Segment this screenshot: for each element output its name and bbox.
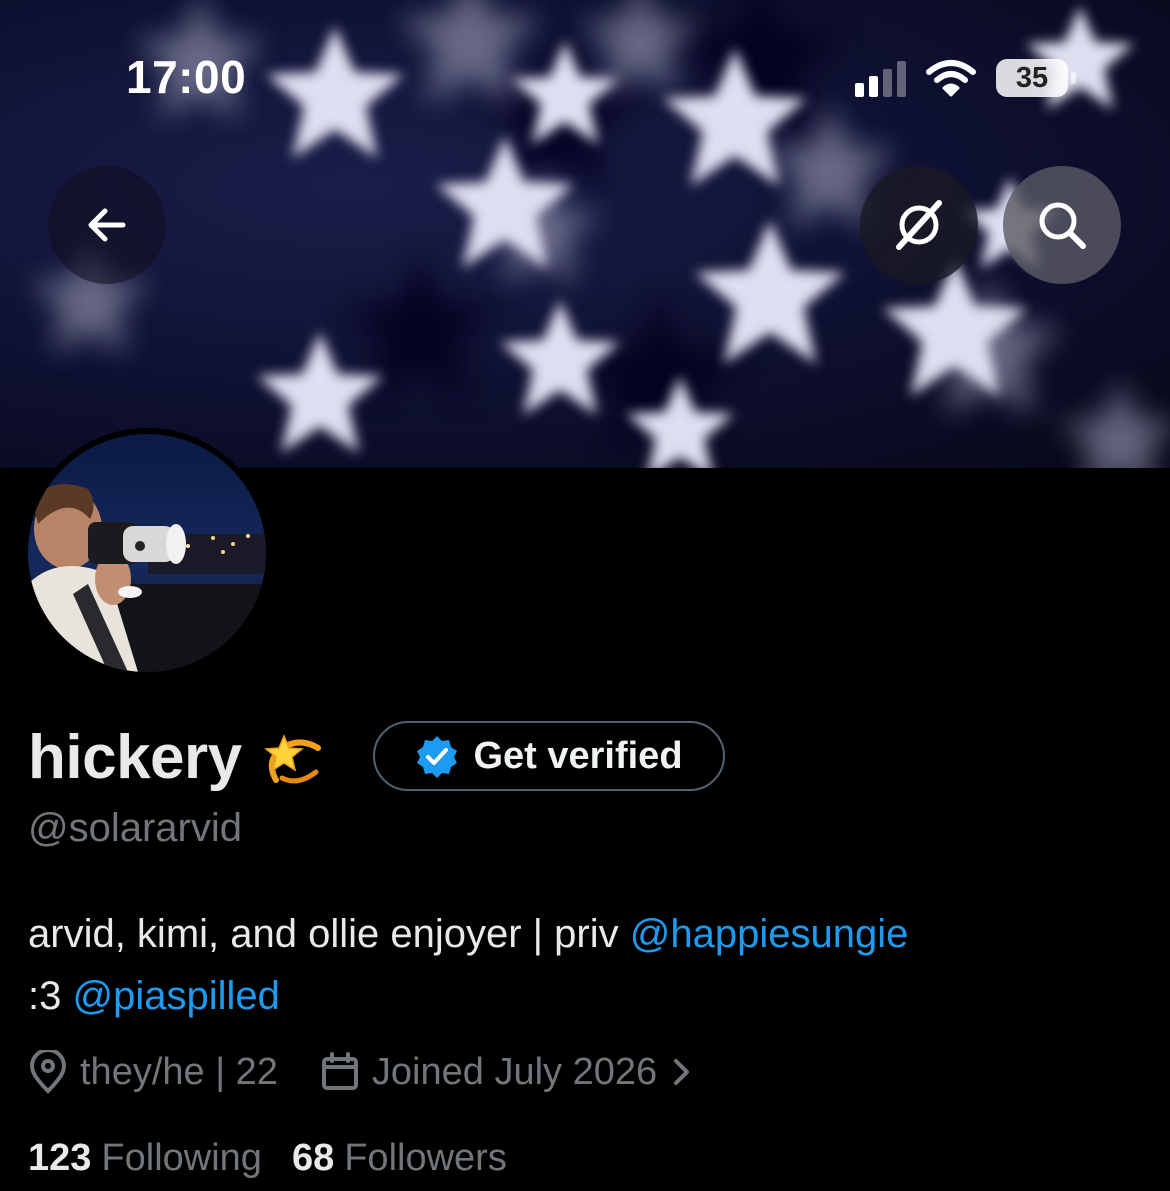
- grok-icon: [896, 200, 942, 250]
- following-label: Following: [101, 1136, 262, 1179]
- back-button[interactable]: [48, 166, 166, 284]
- profile-meta: they/he | 22 Joined July 2026: [28, 1046, 693, 1098]
- arrow-left-icon: [88, 208, 126, 242]
- name-row: hickery: [28, 712, 328, 802]
- profile-bio: arvid, kimi, and ollie enjoyer | priv @h…: [28, 903, 1138, 1027]
- status-icons: 35: [855, 56, 1076, 100]
- following-link[interactable]: 123 Following: [28, 1137, 262, 1180]
- display-name: hickery: [28, 722, 242, 792]
- follow-stats: 123 Following 68 Followers: [28, 1132, 507, 1184]
- username-handle: @solararvid: [28, 806, 243, 850]
- joined-text: Joined July 2026: [371, 1050, 658, 1093]
- followers-link[interactable]: 68 Followers: [292, 1137, 507, 1180]
- followers-count: 68: [291, 1136, 335, 1179]
- location-item: they/he | 22: [28, 1050, 278, 1094]
- get-verified-label: Get verified: [473, 734, 683, 777]
- profile-banner: 17:00 35: [0, 0, 1170, 468]
- location-pin-icon: [29, 1050, 67, 1094]
- bio-mention-link[interactable]: @happiesungie: [630, 912, 909, 956]
- battery-icon: 35: [996, 59, 1076, 97]
- grok-button[interactable]: [860, 166, 978, 284]
- location-text: they/he | 22: [80, 1050, 278, 1093]
- dizzy-star-emoji: [263, 734, 321, 784]
- wifi-icon: [926, 60, 976, 97]
- bio-mention-link[interactable]: @piaspilled: [72, 974, 279, 1018]
- cellular-signal-icon: [855, 59, 906, 97]
- chevron-right-icon: [674, 1059, 690, 1085]
- search-button[interactable]: [1003, 166, 1121, 284]
- search-icon: [1039, 202, 1086, 249]
- avatar-photo: [28, 434, 266, 672]
- verified-badge-icon: [417, 736, 458, 778]
- battery-level: 35: [1015, 61, 1049, 94]
- bio-text: :3: [28, 974, 73, 1018]
- bio-text: arvid, kimi, and ollie enjoyer | priv: [28, 912, 630, 956]
- followers-label: Followers: [344, 1136, 507, 1179]
- following-count: 123: [28, 1136, 92, 1179]
- status-time: 17:00: [126, 51, 247, 103]
- profile-avatar[interactable]: [22, 428, 272, 678]
- joined-date-item[interactable]: Joined July 2026: [320, 1051, 693, 1094]
- calendar-icon: [321, 1052, 358, 1090]
- get-verified-button[interactable]: Get verified: [373, 721, 725, 791]
